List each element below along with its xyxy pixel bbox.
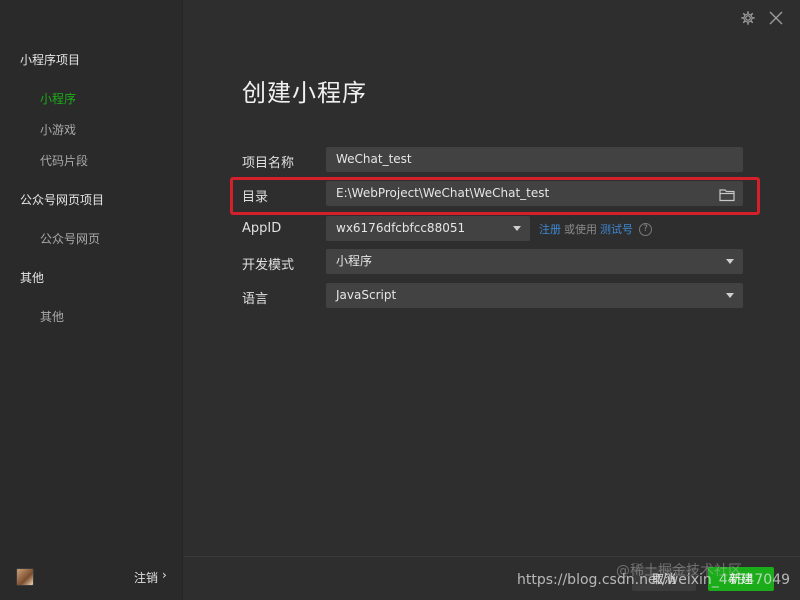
dev-mode-value: 小程序 [336, 254, 373, 268]
sidebar-item-code-snippet[interactable]: 代码片段 [40, 152, 88, 169]
directory-input[interactable]: E:\WebProject\WeChat\WeChat_test [326, 181, 743, 206]
dev-mode-label: 开发模式 [242, 258, 295, 273]
sidebar-item-other[interactable]: 其他 [40, 308, 64, 325]
logout-button[interactable]: 注销 [134, 569, 158, 586]
directory-value: E:\WebProject\WeChat\WeChat_test [336, 186, 550, 200]
sidebar-item-official-account-web[interactable]: 公众号网页 [40, 230, 100, 247]
appid-extra: 注册 或使用 测试号 ? [539, 221, 652, 237]
folder-icon[interactable] [719, 186, 735, 202]
sidebar-item-miniprogram[interactable]: 小程序 [40, 90, 76, 107]
sidebar-footer: 注销 › [0, 556, 183, 600]
section-title-other: 其他 [20, 271, 45, 285]
language-value: JavaScript [336, 288, 397, 302]
project-name-input[interactable]: WeChat_test [326, 147, 743, 172]
gear-icon[interactable] [740, 10, 756, 26]
window-controls [740, 10, 784, 26]
caret-down-icon [513, 226, 521, 231]
sidebar-item-minigame[interactable]: 小游戏 [40, 121, 76, 138]
main-panel: 创建小程序 项目名称 WeChat_test 目录 E:\WebProject\… [184, 0, 800, 600]
register-link[interactable]: 注册 [539, 221, 561, 237]
avatar[interactable] [16, 568, 34, 586]
caret-down-icon [726, 293, 734, 298]
or-use-text: 或使用 [564, 223, 597, 236]
help-icon[interactable]: ? [639, 222, 652, 236]
appid-label: AppID [242, 221, 282, 236]
appid-select[interactable]: wx6176dfcbfcc88051 [326, 216, 530, 241]
page-title: 创建小程序 [242, 79, 367, 107]
appid-value: wx6176dfcbfcc88051 [336, 221, 466, 235]
csdn-watermark: https://blog.csdn.net/weixin_44947049 [517, 572, 791, 588]
section-title-official-account: 公众号网页项目 [20, 193, 105, 207]
chevron-right-icon[interactable]: › [162, 568, 167, 582]
sidebar: 小程序项目 小程序 小游戏 代码片段 公众号网页项目 公众号网页 其他 其他 注… [0, 0, 183, 600]
test-account-link[interactable]: 测试号 [600, 221, 633, 237]
directory-label: 目录 [242, 190, 269, 205]
dev-mode-select[interactable]: 小程序 [326, 249, 743, 274]
close-icon[interactable] [768, 10, 784, 26]
section-title-miniprogram: 小程序项目 [20, 53, 81, 67]
language-select[interactable]: JavaScript [326, 283, 743, 308]
project-name-label: 项目名称 [242, 156, 295, 171]
language-label: 语言 [242, 292, 269, 307]
caret-down-icon [726, 259, 734, 264]
